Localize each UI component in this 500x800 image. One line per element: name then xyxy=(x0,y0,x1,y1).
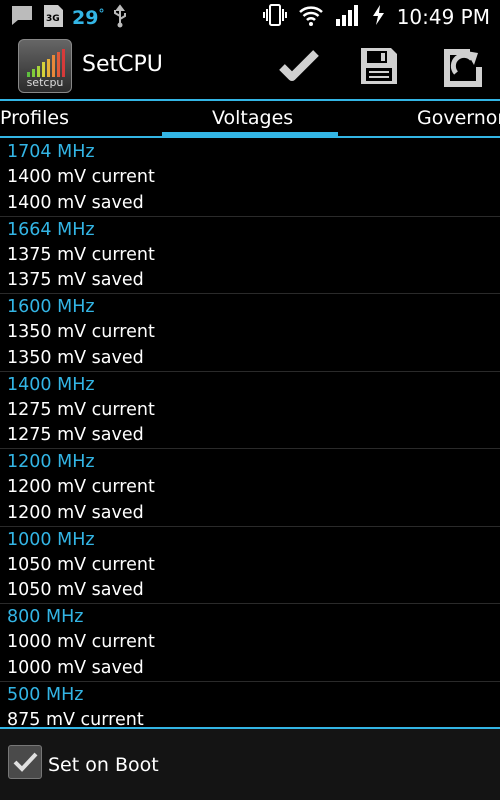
voltage-list-item[interactable]: 1600 MHz 1350 mV current 1350 mV saved xyxy=(0,294,500,372)
checkmark-icon xyxy=(13,752,38,772)
app-icon-label: setcpu xyxy=(26,76,64,89)
voltage-list-item[interactable]: 800 MHz 1000 mV current 1000 mV saved xyxy=(0,604,500,682)
frequency-label: 1200 MHz xyxy=(7,452,95,472)
temperature-readout: 29° xyxy=(72,7,104,29)
saved-voltage: 1350 mV saved xyxy=(7,347,144,368)
status-bar: 3G 29° 10:49 PM xyxy=(0,0,500,33)
frequency-label: 800 MHz xyxy=(7,607,84,627)
tab-profiles[interactable]: Profiles xyxy=(0,107,69,129)
temperature-unit: ° xyxy=(98,7,105,21)
app-icon-bars xyxy=(27,49,65,77)
sim-3g-icon: 3G xyxy=(42,4,64,32)
voltage-list-item[interactable]: 500 MHz 875 mV current xyxy=(0,682,500,728)
action-bar: setcpu SetCPU xyxy=(0,33,500,99)
current-voltage: 1275 mV current xyxy=(7,399,155,420)
voltage-list-item[interactable]: 1400 MHz 1275 mV current 1275 mV saved xyxy=(0,372,500,449)
voltage-list-item[interactable]: 1664 MHz 1375 mV current 1375 mV saved xyxy=(0,217,500,294)
tab-voltages[interactable]: Voltages xyxy=(212,107,293,129)
voltage-list-item[interactable]: 1000 MHz 1050 mV current 1050 mV saved xyxy=(0,527,500,604)
tab-bar: Profiles Voltages Governor xyxy=(0,99,500,139)
status-bar-right: 10:49 PM xyxy=(262,3,490,31)
bottom-bar-divider xyxy=(0,727,500,729)
save-button[interactable] xyxy=(356,43,402,89)
current-voltage: 1200 mV current xyxy=(7,477,155,497)
network-type-text: 3G xyxy=(46,14,60,24)
frequency-label: 1704 MHz xyxy=(7,142,95,162)
voltage-list-item[interactable]: 1200 MHz 1200 mV current 1200 mV saved xyxy=(0,449,500,527)
frequency-label: 1000 MHz xyxy=(7,529,95,550)
set-on-boot-label[interactable]: Set on Boot xyxy=(48,754,159,776)
temperature-value: 29 xyxy=(72,7,99,29)
app-icon[interactable]: setcpu xyxy=(18,39,72,93)
saved-voltage: 1000 mV saved xyxy=(7,657,144,678)
current-voltage: 1375 mV current xyxy=(7,244,155,265)
usb-icon xyxy=(112,4,128,32)
save-icon xyxy=(361,48,397,84)
frequency-label: 1600 MHz xyxy=(7,297,95,317)
set-on-boot-checkbox[interactable] xyxy=(8,745,42,779)
saved-voltage: 1275 mV saved xyxy=(7,425,144,445)
chat-notification-icon xyxy=(10,4,34,32)
current-voltage: 1050 mV current xyxy=(7,554,155,575)
current-voltage: 1400 mV current xyxy=(7,167,155,187)
tab-bar-bottom-divider xyxy=(0,136,500,138)
reload-button[interactable] xyxy=(438,43,484,89)
current-voltage: 1000 mV current xyxy=(7,632,155,652)
wifi-icon xyxy=(298,4,323,30)
frequency-label: 1664 MHz xyxy=(7,219,95,240)
bottom-bar: Set on Boot xyxy=(0,727,500,800)
status-time: 10:49 PM xyxy=(396,5,490,29)
saved-voltage: 1050 mV saved xyxy=(7,580,144,600)
voltage-list-item[interactable]: 1704 MHz 1400 mV current 1400 mV saved xyxy=(0,139,500,217)
charging-icon xyxy=(371,4,385,30)
reload-icon xyxy=(444,49,482,87)
status-bar-left: 3G 29° xyxy=(10,4,128,32)
saved-voltage: 1400 mV saved xyxy=(7,192,144,213)
tab-governor[interactable]: Governor xyxy=(417,107,500,129)
frequency-label: 1400 MHz xyxy=(7,374,95,395)
frequency-label: 500 MHz xyxy=(7,684,84,705)
check-icon xyxy=(279,50,319,81)
vibrate-icon xyxy=(262,3,287,31)
apply-button[interactable] xyxy=(276,43,322,89)
app-title: SetCPU xyxy=(82,52,163,77)
voltage-list[interactable]: 1704 MHz 1400 mV current 1400 mV saved 1… xyxy=(0,139,500,727)
saved-voltage: 1200 mV saved xyxy=(7,502,144,523)
signal-icon xyxy=(335,4,359,30)
current-voltage: 1350 mV current xyxy=(7,322,155,342)
saved-voltage: 1375 mV saved xyxy=(7,270,144,290)
tab-bar-top-divider xyxy=(0,99,500,101)
current-voltage: 875 mV current xyxy=(7,709,144,728)
